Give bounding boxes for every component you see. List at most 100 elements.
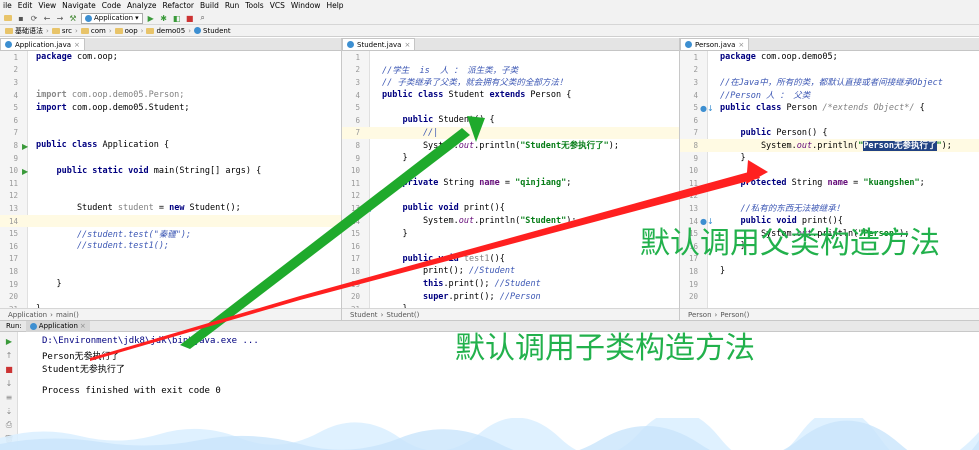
folder-icon <box>80 27 89 34</box>
menu-refactor[interactable]: Refactor <box>160 0 197 12</box>
console-line: Process finished with exit code 0 <box>42 386 221 396</box>
sync-icon[interactable]: ⟳ <box>29 13 39 23</box>
class-icon <box>685 41 692 48</box>
code-line: 9 <box>13 153 18 163</box>
breadcrumb-item[interactable]: oop <box>112 27 141 35</box>
code-line: 4//Person 人 ： 父类 <box>693 90 811 102</box>
code-line: 1 <box>355 52 360 62</box>
stop-icon[interactable]: ■ <box>185 13 195 23</box>
run-gutter-icon[interactable]: ▶ <box>22 142 28 151</box>
hammer-icon[interactable]: ⚒ <box>68 13 78 23</box>
status-method[interactable]: Student() <box>386 311 419 319</box>
chevron-right-icon: › <box>714 310 718 319</box>
tab-run-application[interactable]: Application × <box>25 320 90 332</box>
close-icon[interactable]: × <box>404 41 410 49</box>
code-line: 12 <box>350 191 360 201</box>
wrap-icon[interactable]: ≡ <box>4 392 14 402</box>
forward-icon[interactable]: → <box>55 13 65 23</box>
breadcrumb: 基础语法 › src › com › oop › demo05 › Studen… <box>0 25 979 37</box>
scroll-end-icon[interactable]: ⇣ <box>4 406 14 416</box>
editor-breadcrumb: Person › Person() <box>680 308 979 320</box>
tab-label: Application <box>38 322 78 330</box>
code-area[interactable]: 1 package com.oop.demo05; 2 3//在Java中，所有的… <box>680 51 979 308</box>
status-class[interactable]: Person <box>688 311 712 319</box>
menu-analyze[interactable]: Analyze <box>124 0 160 12</box>
code-line: 17 <box>8 254 18 264</box>
close-icon[interactable]: × <box>80 322 86 330</box>
code-line: 6 <box>693 115 698 125</box>
code-area[interactable]: 1 package com.oop; 4 import com.oop.demo05… <box>0 51 341 314</box>
editor-breadcrumb: Application › main() <box>0 308 341 320</box>
code-line: 20 super.print(); //Person <box>350 291 541 302</box>
code-line: 6 <box>13 115 18 125</box>
run-config-label: Application <box>94 14 134 22</box>
code-line: 16 //student.test1(); <box>8 241 170 252</box>
breadcrumb-item[interactable]: demo05 <box>143 27 188 35</box>
code-line: 1 package com.oop; <box>13 52 118 63</box>
run-gutter-icon[interactable]: ▶ <box>22 167 28 176</box>
coverage-icon[interactable]: ◧ <box>172 13 182 23</box>
breadcrumb-label: Student <box>203 26 231 35</box>
menu-vcs[interactable]: VCS <box>267 0 288 12</box>
code-line: 13 public void print(){ <box>350 203 505 214</box>
menu-edit[interactable]: Edit <box>15 0 36 12</box>
status-class[interactable]: Application <box>8 311 47 319</box>
down-icon[interactable]: ↓ <box>4 378 14 388</box>
code-line: 9 } <box>693 153 746 164</box>
stop-icon[interactable]: ■ <box>4 364 14 374</box>
menu-build[interactable]: Build <box>197 0 222 12</box>
breadcrumb-label: com <box>90 26 106 35</box>
breadcrumb-item[interactable]: Student <box>191 27 234 35</box>
code-line: 3// 子类继承了父类，就会拥有父类的全部方法！ <box>355 77 568 89</box>
breadcrumb-item[interactable]: com <box>78 27 109 35</box>
menu-tools[interactable]: Tools <box>242 0 266 12</box>
run-config-select[interactable]: Application ▾ <box>81 12 143 24</box>
tab-person[interactable]: Person.java × <box>680 38 750 50</box>
code-line: 18 <box>8 266 18 276</box>
status-method[interactable]: main() <box>56 311 79 319</box>
menu-run[interactable]: Run <box>222 0 242 12</box>
app-config-icon <box>85 14 92 22</box>
rerun-icon[interactable]: ▶ <box>4 336 14 346</box>
code-line-current: 14 <box>0 214 341 228</box>
code-line: 1 package com.oop.demo05; <box>693 52 838 63</box>
code-line: 12 <box>8 191 18 201</box>
close-icon[interactable]: × <box>738 41 744 49</box>
code-line: 17 public void test1(){ <box>350 253 505 264</box>
menu-navigate[interactable]: Navigate <box>59 0 99 12</box>
tab-student[interactable]: Student.java × <box>342 38 416 50</box>
status-method[interactable]: Person() <box>720 311 749 319</box>
console-line: Student无参执行了 <box>42 365 125 375</box>
save-icon[interactable]: ▪ <box>16 13 26 23</box>
code-line: 15 } <box>350 228 408 239</box>
folder-icon[interactable] <box>3 13 13 23</box>
override-gutter-icon[interactable]: ●↑ <box>360 205 374 214</box>
search-icon[interactable]: ⌕ <box>198 13 208 23</box>
menu-window[interactable]: Window <box>288 0 324 12</box>
menu-code[interactable]: Code <box>99 0 124 12</box>
editor-pane-person: Person.java × 1 package com.oop.demo05; 2 … <box>680 38 979 320</box>
code-line: 11 protected String name = "kuangshen"; <box>688 178 925 189</box>
up-icon[interactable]: ↑ <box>4 350 14 360</box>
code-line: 12 <box>688 191 698 201</box>
debug-icon[interactable]: ✱ <box>159 13 169 23</box>
class-icon <box>347 41 354 48</box>
code-area[interactable]: 1 2//学生 is 人 ： 派生类，子类 3// 子类继承了父类，就会拥有父类… <box>342 51 679 314</box>
menu-file[interactable]: ile <box>0 0 15 12</box>
class-icon <box>194 27 202 34</box>
override-gutter-icon[interactable]: ●↓ <box>700 104 714 113</box>
code-line: 9 } <box>355 153 408 164</box>
menu-view[interactable]: View <box>35 0 59 12</box>
run-icon[interactable]: ▶ <box>146 13 156 23</box>
menu-help[interactable]: Help <box>323 0 346 12</box>
breadcrumb-item[interactable]: 基础语法 <box>2 26 46 36</box>
breadcrumb-item[interactable]: src <box>49 27 75 35</box>
tab-application[interactable]: Application.java × <box>0 38 85 50</box>
tab-label: Application.java <box>15 40 72 49</box>
tab-bar: Application.java × <box>0 38 341 51</box>
status-class[interactable]: Student <box>350 311 378 319</box>
code-line: 5 import com.oop.demo05.Student; <box>13 102 190 113</box>
back-icon[interactable]: ← <box>42 13 52 23</box>
close-icon[interactable]: × <box>74 41 80 49</box>
code-line: 10 public static void main(String[] args… <box>8 165 262 176</box>
